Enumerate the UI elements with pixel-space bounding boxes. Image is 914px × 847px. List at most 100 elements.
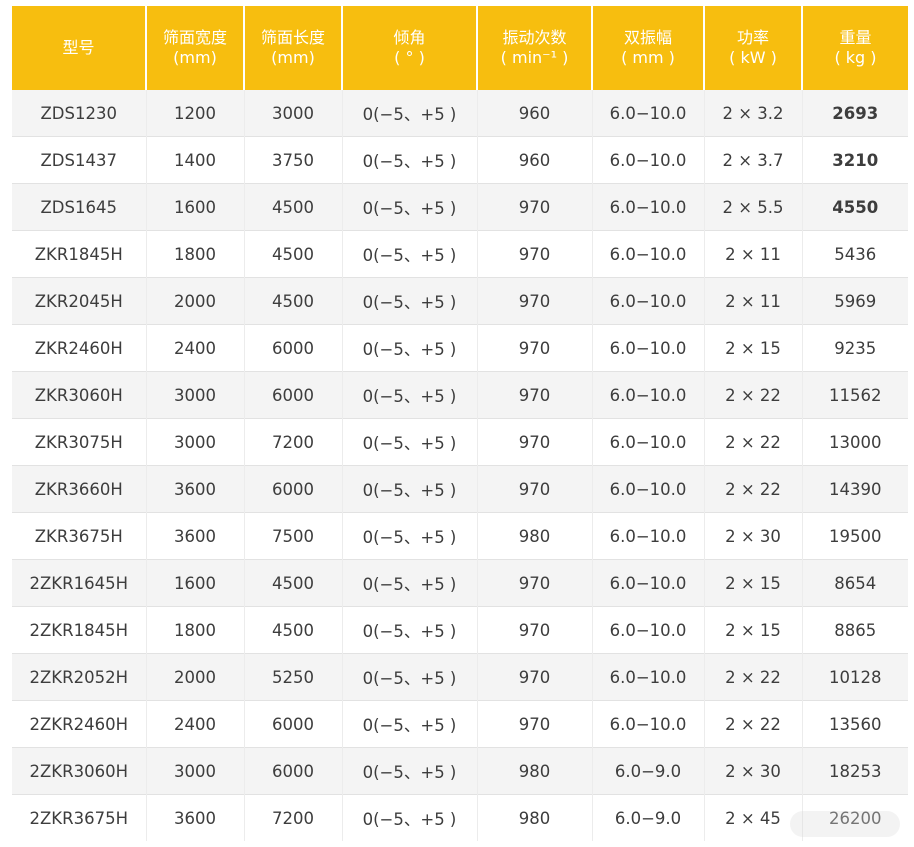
cell-screen-width: 3600 [145, 794, 244, 841]
table-row: ZKR2460H 2400 6000 0(−5、+5 ) 970 6.0−10.0 2 × … [12, 324, 908, 372]
cell-vibration-frequency: 970 [476, 183, 592, 231]
cell-inclination: 0(−5、+5 ) [341, 559, 477, 607]
cell-power: 2 × 22 [703, 700, 802, 748]
cell-screen-width: 1600 [145, 183, 244, 231]
header-label: 功率 [736, 28, 769, 47]
cell-screen-length: 6000 [243, 747, 342, 795]
cell-screen-width: 3000 [145, 418, 244, 466]
table-row: ZKR3075H 3000 7200 0(−5、+5 ) 970 6.0−10.0 2 × … [12, 418, 908, 466]
cell-inclination: 0(−5、+5 ) [341, 606, 477, 654]
cell-weight: 18253 [801, 747, 908, 795]
cell-double-amplitude: 6.0−10.0 [591, 465, 704, 513]
cell-model: ZKR2045H [12, 277, 146, 325]
cell-power: 2 × 22 [703, 465, 802, 513]
cell-weight: 5436 [801, 230, 908, 278]
cell-power: 2 × 30 [703, 747, 802, 795]
header-unit: ( ° ) [394, 48, 425, 67]
cell-screen-width: 2400 [145, 324, 244, 372]
cell-screen-length: 4500 [243, 606, 342, 654]
cell-screen-width: 3600 [145, 512, 244, 560]
header-unit: (mm) [173, 48, 217, 67]
cell-inclination: 0(−5、+5 ) [341, 324, 477, 372]
header-model: 型号 [12, 6, 146, 90]
cell-double-amplitude: 6.0−10.0 [591, 136, 704, 184]
header-double-amplitude: 双振幅 ( mm ) [591, 6, 704, 90]
table-row: ZKR3660H 3600 6000 0(−5、+5 ) 970 6.0−10.0 2 × … [12, 465, 908, 513]
cell-screen-length: 4500 [243, 230, 342, 278]
cell-weight: 13560 [801, 700, 908, 748]
cell-vibration-frequency: 960 [476, 136, 592, 184]
cell-model: ZDS1645 [12, 183, 146, 231]
cell-vibration-frequency: 970 [476, 418, 592, 466]
cell-weight: 9235 [801, 324, 908, 372]
cell-inclination: 0(−5、+5 ) [341, 512, 477, 560]
watermark [790, 811, 900, 837]
table-row: ZDS1645 1600 4500 0(−5、+5 ) 970 6.0−10.0 2 × 5… [12, 183, 908, 231]
header-label: 筛面长度 [260, 28, 325, 47]
cell-weight: 11562 [801, 371, 908, 419]
spec-table: 型号 筛面宽度 (mm) 筛面长度 (mm) 倾角 ( ° ) 振动次数 ( m… [12, 6, 908, 841]
cell-double-amplitude: 6.0−9.0 [591, 747, 704, 795]
table-row: ZKR2045H 2000 4500 0(−5、+5 ) 970 6.0−10.0 2 × … [12, 277, 908, 325]
header-unit: ( min⁻¹ ) [500, 48, 569, 67]
cell-weight: 14390 [801, 465, 908, 513]
cell-power: 2 × 22 [703, 418, 802, 466]
table-row: 2ZKR2052H 2000 5250 0(−5、+5 ) 970 6.0−10.0 2 ×… [12, 653, 908, 701]
header-unit: ( kg ) [834, 48, 877, 67]
cell-vibration-frequency: 970 [476, 653, 592, 701]
cell-screen-length: 6000 [243, 324, 342, 372]
cell-power: 2 × 45 [703, 794, 802, 841]
cell-power: 2 × 30 [703, 512, 802, 560]
cell-weight: 13000 [801, 418, 908, 466]
cell-screen-width: 1600 [145, 559, 244, 607]
cell-screen-length: 3000 [243, 90, 342, 137]
table-row: ZDS1437 1400 3750 0(−5、+5 ) 960 6.0−10.0 2 × 3… [12, 136, 908, 184]
cell-screen-length: 6000 [243, 700, 342, 748]
header-label: 双振幅 [623, 28, 672, 47]
table-row: 2ZKR1845H 1800 4500 0(−5、+5 ) 970 6.0−10.0 2 ×… [12, 606, 908, 654]
cell-inclination: 0(−5、+5 ) [341, 136, 477, 184]
cell-power: 2 × 5.5 [703, 183, 802, 231]
cell-model: ZKR3675H [12, 512, 146, 560]
cell-screen-width: 3000 [145, 371, 244, 419]
cell-weight: 8865 [801, 606, 908, 654]
cell-weight: 3210 [801, 136, 908, 184]
cell-screen-length: 4500 [243, 183, 342, 231]
cell-double-amplitude: 6.0−10.0 [591, 90, 704, 137]
cell-model: 2ZKR3060H [12, 747, 146, 795]
header-label: 型号 [62, 38, 95, 57]
cell-double-amplitude: 6.0−10.0 [591, 418, 704, 466]
cell-screen-length: 4500 [243, 559, 342, 607]
header-label: 筛面宽度 [162, 28, 227, 47]
header-unit: ( mm ) [621, 48, 675, 67]
cell-inclination: 0(−5、+5 ) [341, 794, 477, 841]
cell-inclination: 0(−5、+5 ) [341, 371, 477, 419]
cell-power: 2 × 11 [703, 230, 802, 278]
cell-screen-width: 3000 [145, 747, 244, 795]
cell-inclination: 0(−5、+5 ) [341, 418, 477, 466]
header-weight: 重量 ( kg ) [801, 6, 908, 90]
table-header: 型号 筛面宽度 (mm) 筛面长度 (mm) 倾角 ( ° ) 振动次数 ( m… [12, 6, 908, 90]
cell-power: 2 × 15 [703, 559, 802, 607]
cell-screen-length: 7200 [243, 794, 342, 841]
cell-inclination: 0(−5、+5 ) [341, 90, 477, 137]
cell-vibration-frequency: 970 [476, 700, 592, 748]
cell-weight: 2693 [801, 90, 908, 137]
cell-weight: 5969 [801, 277, 908, 325]
cell-screen-width: 1400 [145, 136, 244, 184]
cell-screen-width: 2000 [145, 653, 244, 701]
table-body: ZDS1230 1200 3000 0(−5、+5 ) 960 6.0−10.0 2 × 3… [12, 90, 908, 841]
cell-power: 2 × 22 [703, 371, 802, 419]
cell-weight: 4550 [801, 183, 908, 231]
cell-screen-width: 1200 [145, 90, 244, 137]
cell-power: 2 × 15 [703, 606, 802, 654]
cell-weight: 19500 [801, 512, 908, 560]
header-label: 振动次数 [502, 28, 567, 47]
cell-model: ZKR2460H [12, 324, 146, 372]
header-label: 重量 [839, 28, 872, 47]
cell-screen-width: 1800 [145, 230, 244, 278]
cell-inclination: 0(−5、+5 ) [341, 465, 477, 513]
cell-vibration-frequency: 960 [476, 90, 592, 137]
cell-vibration-frequency: 970 [476, 324, 592, 372]
cell-screen-length: 5250 [243, 653, 342, 701]
